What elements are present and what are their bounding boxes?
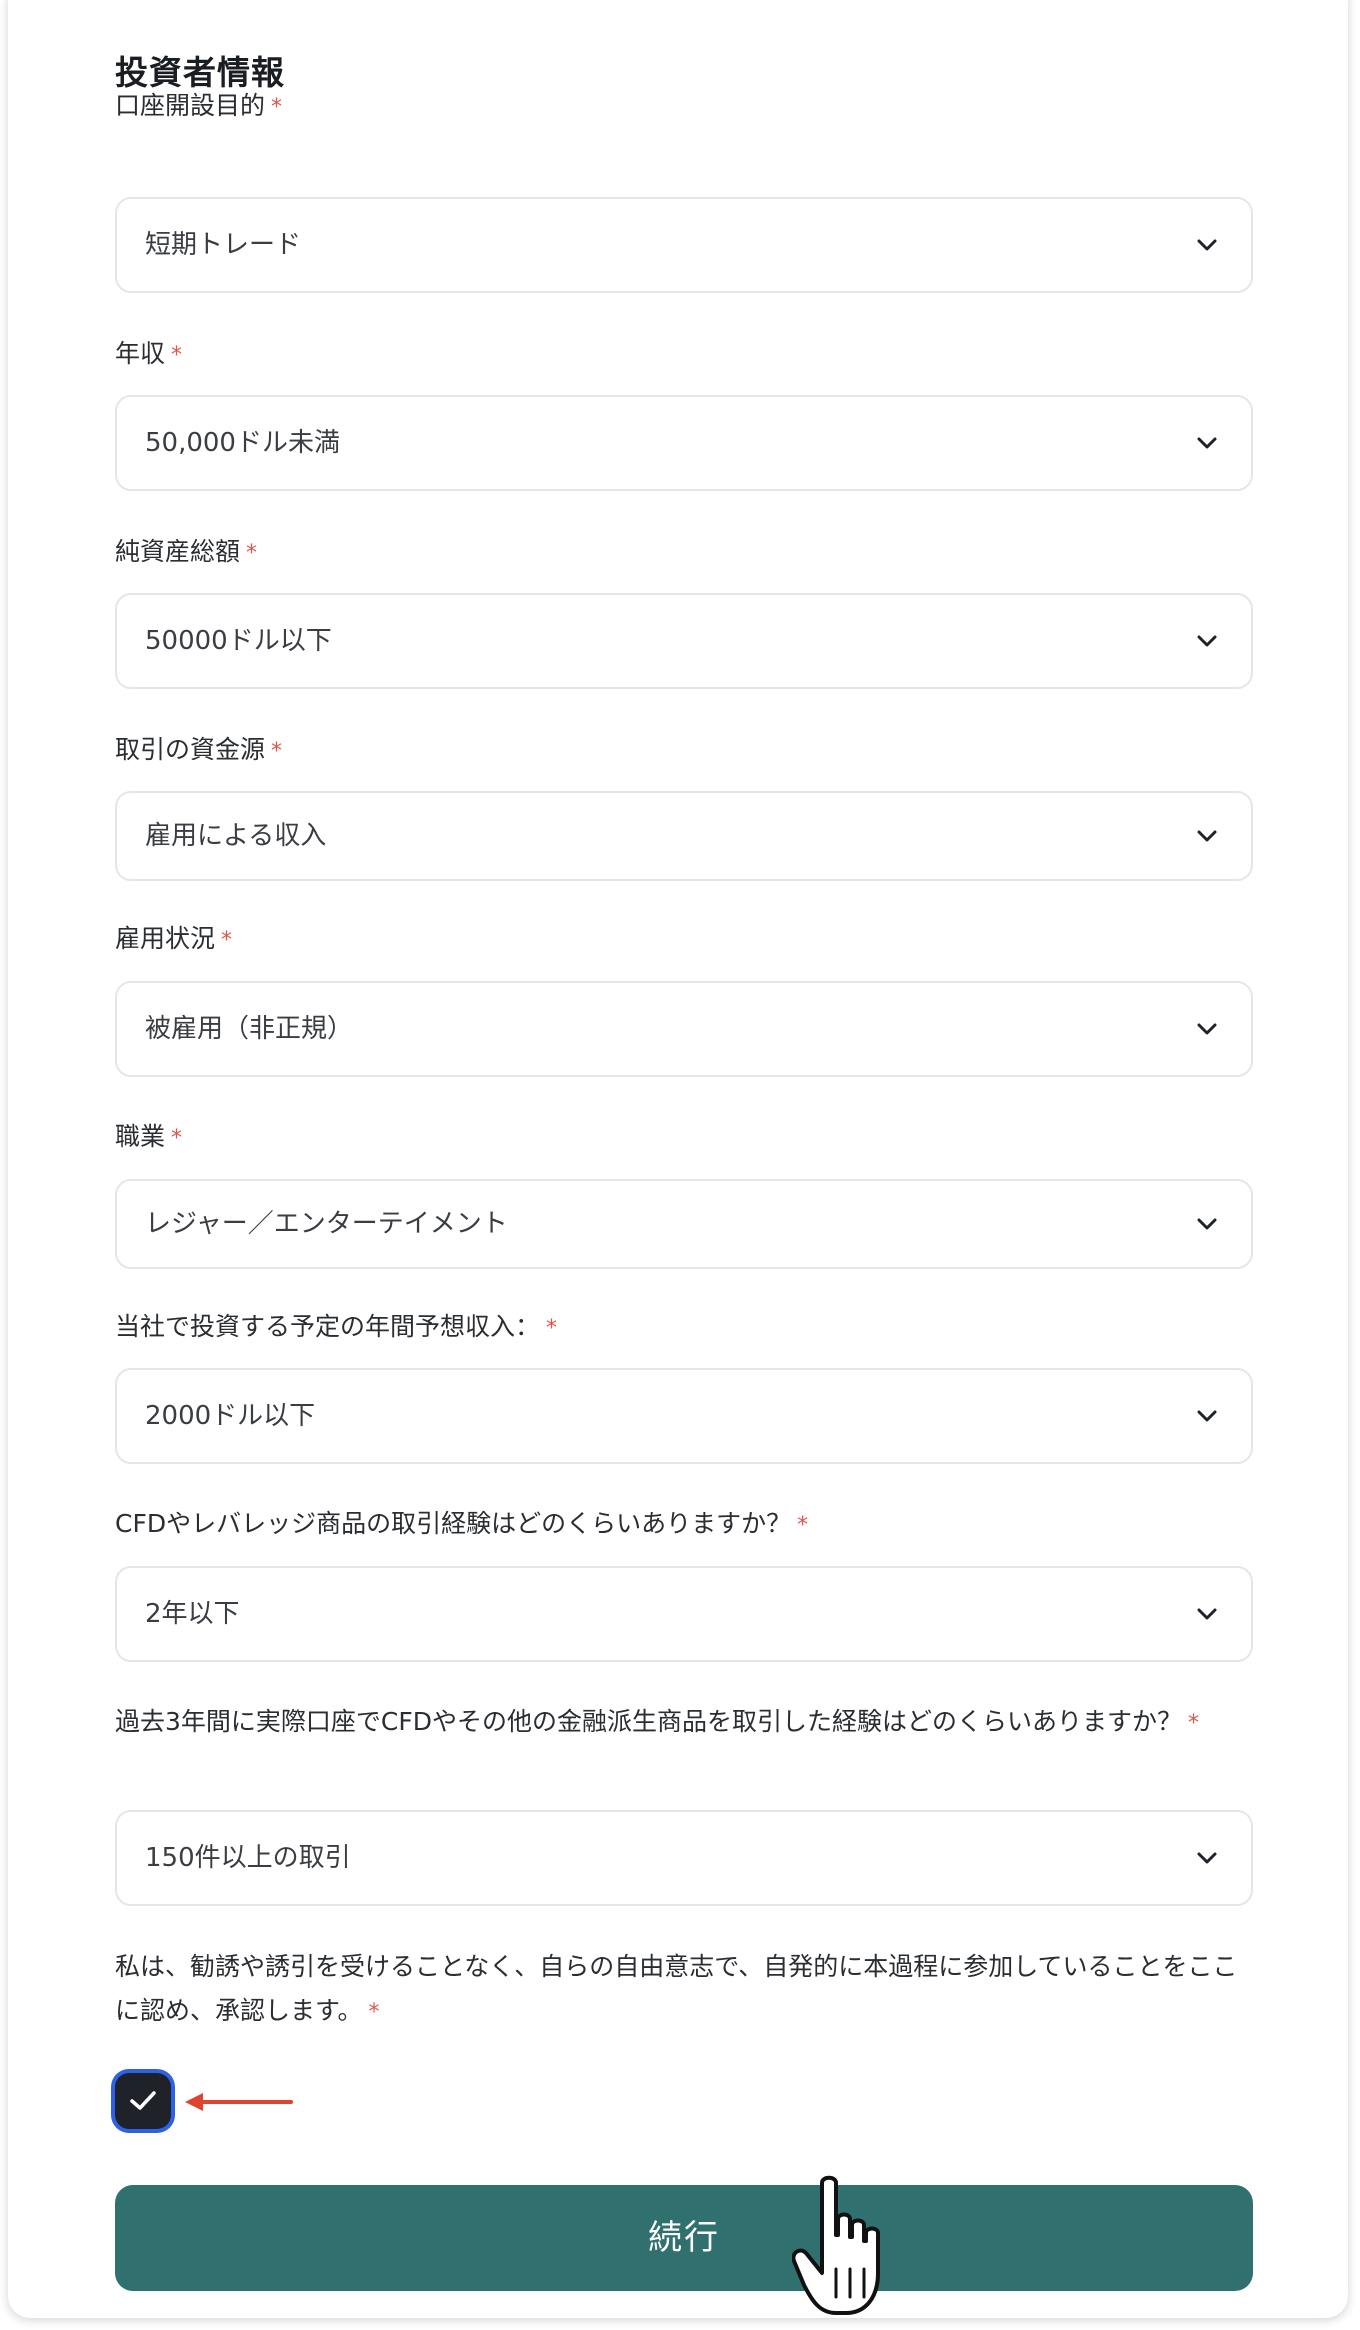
select-account-purpose[interactable]: 短期トレード	[115, 197, 1253, 293]
required-mark: *	[221, 928, 233, 953]
select-cfd-experience[interactable]: 2年以下	[115, 1566, 1253, 1662]
select-value: 2年以下	[145, 1599, 240, 1629]
required-mark: *	[797, 1513, 809, 1538]
consent-checkbox[interactable]	[115, 2073, 171, 2129]
select-net-worth[interactable]: 50000ドル以下	[115, 593, 1253, 689]
required-mark: *	[246, 541, 258, 566]
label-annual-income: 年収 *	[115, 339, 183, 368]
label-occupation: 職業 *	[115, 1122, 183, 1151]
chevron-down-icon	[1197, 1852, 1217, 1864]
required-mark: *	[271, 95, 283, 120]
select-employment-status[interactable]: 被雇用（非正規）	[115, 981, 1253, 1077]
continue-button[interactable]: 続行	[115, 2185, 1253, 2291]
label-net-worth: 純資産総額 *	[115, 537, 258, 566]
chevron-down-icon	[1197, 1608, 1217, 1620]
select-value: 50,000ドル未満	[145, 428, 340, 458]
chevron-down-icon	[1197, 239, 1217, 251]
select-occupation[interactable]: レジャー／エンターテイメント	[115, 1179, 1253, 1269]
label-derivatives-trade-count: 過去3年間に実際口座でCFDやその他の金融派生商品を取引した経験はどのくらいあり…	[115, 1707, 1199, 1736]
select-annual-income[interactable]: 50,000ドル未満	[115, 395, 1253, 491]
chevron-down-icon	[1197, 1410, 1217, 1422]
red-arrow-icon	[185, 2093, 293, 2111]
chevron-down-icon	[1197, 1218, 1217, 1230]
required-mark: *	[171, 1126, 183, 1151]
label-employment-status: 雇用状況 *	[115, 924, 233, 953]
select-value: 被雇用（非正規）	[145, 1014, 354, 1044]
required-mark: *	[1188, 1711, 1199, 1736]
select-value: 50000ドル以下	[145, 626, 332, 656]
label-cfd-experience: CFDやレバレッジ商品の取引経験はどのくらいありますか？ *	[115, 1509, 809, 1538]
required-mark: *	[171, 343, 183, 368]
checkmark-icon	[130, 2091, 156, 2110]
required-mark: *	[271, 739, 283, 764]
consent-statement: 私は、勧誘や誘引を受けることなく、自らの自由意志で、自発的に本過程に参加している…	[115, 1952, 1238, 2025]
select-value: 150件以上の取引	[145, 1843, 351, 1873]
chevron-down-icon	[1197, 437, 1217, 449]
required-mark: *	[546, 1316, 558, 1341]
chevron-down-icon	[1197, 830, 1217, 842]
label-source-of-funds: 取引の資金源 *	[115, 735, 283, 764]
select-value: 2000ドル以下	[145, 1401, 316, 1431]
required-mark: *	[368, 2000, 380, 2025]
hand-pointer-icon	[792, 2175, 880, 2315]
select-source-of-funds[interactable]: 雇用による収入	[115, 791, 1253, 881]
select-value: 雇用による収入	[145, 821, 327, 851]
label-expected-annual-income: 当社で投資する予定の年間予想収入： *	[115, 1312, 558, 1341]
select-value: レジャー／エンターテイメント	[145, 1209, 508, 1239]
chevron-down-icon	[1197, 635, 1217, 647]
select-value: 短期トレード	[145, 230, 302, 260]
select-expected-annual-income[interactable]: 2000ドル以下	[115, 1368, 1253, 1464]
select-derivatives-trade-count[interactable]: 150件以上の取引	[115, 1810, 1253, 1906]
label-account-purpose: 口座開設目的 *	[115, 91, 283, 120]
chevron-down-icon	[1197, 1023, 1217, 1035]
